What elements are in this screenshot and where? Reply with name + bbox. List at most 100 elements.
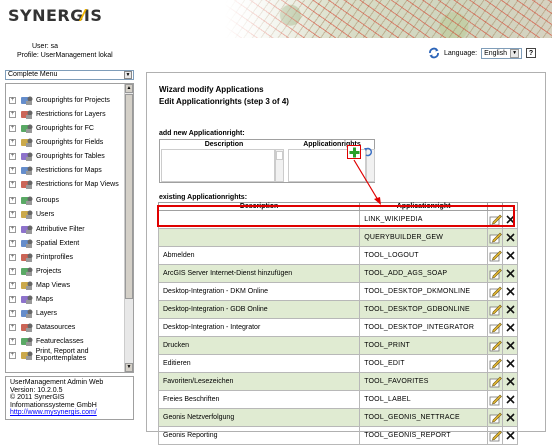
sidebar-item-label: Restrictions for Maps bbox=[36, 166, 102, 174]
datasources-icon bbox=[21, 323, 33, 332]
expand-icon[interactable]: + bbox=[9, 210, 16, 218]
sidebar-item[interactable]: + Projects bbox=[9, 264, 61, 278]
scroll-thumb[interactable] bbox=[125, 94, 133, 299]
expand-icon[interactable]: + bbox=[9, 239, 16, 247]
edit-icon[interactable] bbox=[489, 412, 502, 424]
expand-icon[interactable]: + bbox=[9, 138, 16, 146]
row-description: Geonis Reporting bbox=[157, 426, 361, 445]
edit-icon[interactable] bbox=[489, 340, 502, 352]
expand-icon[interactable]: + bbox=[9, 110, 16, 118]
edit-icon[interactable] bbox=[489, 286, 502, 298]
expand-icon[interactable]: + bbox=[9, 152, 16, 160]
sidebar-item[interactable]: + Attributive Filter bbox=[9, 222, 85, 236]
sidebar-item[interactable]: + Maps bbox=[9, 292, 53, 306]
delete-icon[interactable] bbox=[505, 287, 515, 296]
undo-icon[interactable] bbox=[363, 147, 373, 157]
delete-icon[interactable] bbox=[505, 305, 515, 314]
delete-icon[interactable] bbox=[505, 251, 515, 260]
expand-icon[interactable]: + bbox=[9, 166, 16, 174]
delete-icon[interactable] bbox=[505, 377, 515, 386]
delete-icon[interactable] bbox=[505, 431, 515, 440]
expand-icon[interactable]: + bbox=[9, 281, 16, 289]
expand-icon[interactable]: + bbox=[9, 96, 16, 104]
sidebar-item[interactable]: + Layers bbox=[9, 306, 57, 320]
delete-icon[interactable] bbox=[505, 323, 515, 332]
edit-icon[interactable] bbox=[489, 376, 502, 388]
delete-cell bbox=[502, 318, 518, 337]
expand-icon[interactable]: + bbox=[9, 253, 16, 261]
expand-icon[interactable]: + bbox=[9, 180, 16, 188]
sidebar-item[interactable]: + Restrictions for Layers bbox=[9, 107, 106, 121]
sidebar-item[interactable]: + Map Views bbox=[9, 278, 70, 292]
menu-select[interactable]: Complete Menu ▼ bbox=[5, 70, 134, 80]
refresh-icon[interactable] bbox=[428, 47, 440, 59]
scroll-up-button[interactable]: ▲ bbox=[125, 84, 133, 93]
expand-icon[interactable]: + bbox=[9, 309, 16, 317]
edit-icon[interactable] bbox=[489, 214, 502, 226]
sidebar-item[interactable]: + Datasources bbox=[9, 320, 75, 334]
sidebar-item[interactable]: + Grouprights for Tables bbox=[9, 149, 105, 163]
delete-icon[interactable] bbox=[505, 413, 515, 422]
expand-icon[interactable]: + bbox=[9, 295, 16, 303]
wizard-title: Wizard modify Applications Edit Applicat… bbox=[159, 84, 289, 108]
scroll-down-button[interactable]: ▼ bbox=[125, 363, 133, 372]
row-applicationright: TOOL_GEONIS_REPORT bbox=[359, 426, 489, 445]
language-select[interactable]: English ▼ bbox=[481, 47, 523, 59]
expand-icon[interactable]: + bbox=[9, 337, 16, 345]
sidebar-item[interactable]: + Grouprights for Projects bbox=[9, 93, 110, 107]
sidebar-item[interactable]: + Printprofiles bbox=[9, 250, 73, 264]
edit-icon[interactable] bbox=[489, 322, 502, 334]
expand-icon[interactable]: + bbox=[9, 323, 16, 331]
delete-icon[interactable] bbox=[505, 341, 515, 350]
sidebar-item[interactable]: + Grouprights for FC bbox=[9, 121, 94, 135]
expand-icon[interactable]: + bbox=[9, 124, 16, 132]
row-description: Geonis Netzverfolgung bbox=[157, 408, 361, 427]
delete-cell bbox=[502, 426, 518, 445]
row-applicationright: TOOL_GEONIS_NETTRACE bbox=[359, 408, 489, 427]
sidebar-item[interactable]: + Grouprights for Fields bbox=[9, 135, 103, 149]
delete-icon[interactable] bbox=[505, 359, 515, 368]
edit-cell bbox=[487, 246, 504, 265]
delete-icon[interactable] bbox=[505, 395, 515, 404]
groups-icon bbox=[21, 196, 33, 205]
top-toolbar: Language: English ▼ ? bbox=[428, 46, 537, 60]
edit-icon[interactable] bbox=[489, 394, 502, 406]
sidebar-item[interactable]: + Restrictions for Maps bbox=[9, 163, 102, 177]
expand-icon[interactable]: + bbox=[9, 225, 16, 233]
delete-icon[interactable] bbox=[505, 215, 515, 224]
edit-icon[interactable] bbox=[489, 232, 502, 244]
expand-icon[interactable]: + bbox=[9, 196, 16, 204]
sidebar-item[interactable]: + Print, Report and Exporttemplates bbox=[9, 348, 133, 362]
edit-icon[interactable] bbox=[489, 358, 502, 370]
add-right-form: Description Applicationrights bbox=[159, 139, 375, 183]
website-link[interactable]: http://www.mysynergis.com/ bbox=[10, 409, 129, 417]
sidebar-item-label: Restrictions for Map Views bbox=[36, 180, 119, 188]
grouprights-icon bbox=[21, 138, 33, 147]
sidebar-item-label: Projects bbox=[36, 267, 62, 275]
row-applicationright: TOOL_ADD_AGS_SOAP bbox=[359, 264, 489, 283]
sidebar-item[interactable]: + Groups bbox=[9, 193, 59, 207]
delete-icon[interactable] bbox=[505, 233, 515, 242]
expand-icon[interactable]: + bbox=[9, 267, 16, 275]
sidebar-item[interactable]: + Restrictions for Map Views bbox=[9, 177, 119, 191]
description-scrollbar[interactable] bbox=[275, 149, 284, 182]
sidebar-item[interactable]: + Featureclasses bbox=[9, 334, 83, 348]
edit-cell bbox=[487, 408, 504, 427]
edit-cell bbox=[487, 264, 504, 283]
sidebar-item[interactable]: + Spatial Extent bbox=[9, 236, 79, 250]
description-listbox[interactable] bbox=[161, 149, 275, 182]
grouprights-icon bbox=[21, 96, 33, 105]
edit-icon[interactable] bbox=[489, 430, 502, 442]
delete-icon[interactable] bbox=[505, 269, 515, 278]
table-row: Favoriten/Lesezeichen TOOL_FAVORITES bbox=[157, 372, 518, 391]
scrollbar[interactable]: ▲ ▼ bbox=[124, 84, 133, 372]
table-row: Desktop-Integration - Integrator TOOL_DES… bbox=[157, 318, 518, 337]
edit-icon[interactable] bbox=[489, 304, 502, 316]
edit-icon[interactable] bbox=[489, 250, 502, 262]
edit-cell bbox=[487, 282, 504, 301]
add-right-button[interactable] bbox=[347, 145, 361, 159]
sidebar-item[interactable]: + Users bbox=[9, 207, 54, 221]
expand-icon[interactable]: + bbox=[9, 351, 16, 359]
help-icon[interactable]: ? bbox=[526, 48, 537, 58]
edit-icon[interactable] bbox=[489, 268, 502, 280]
